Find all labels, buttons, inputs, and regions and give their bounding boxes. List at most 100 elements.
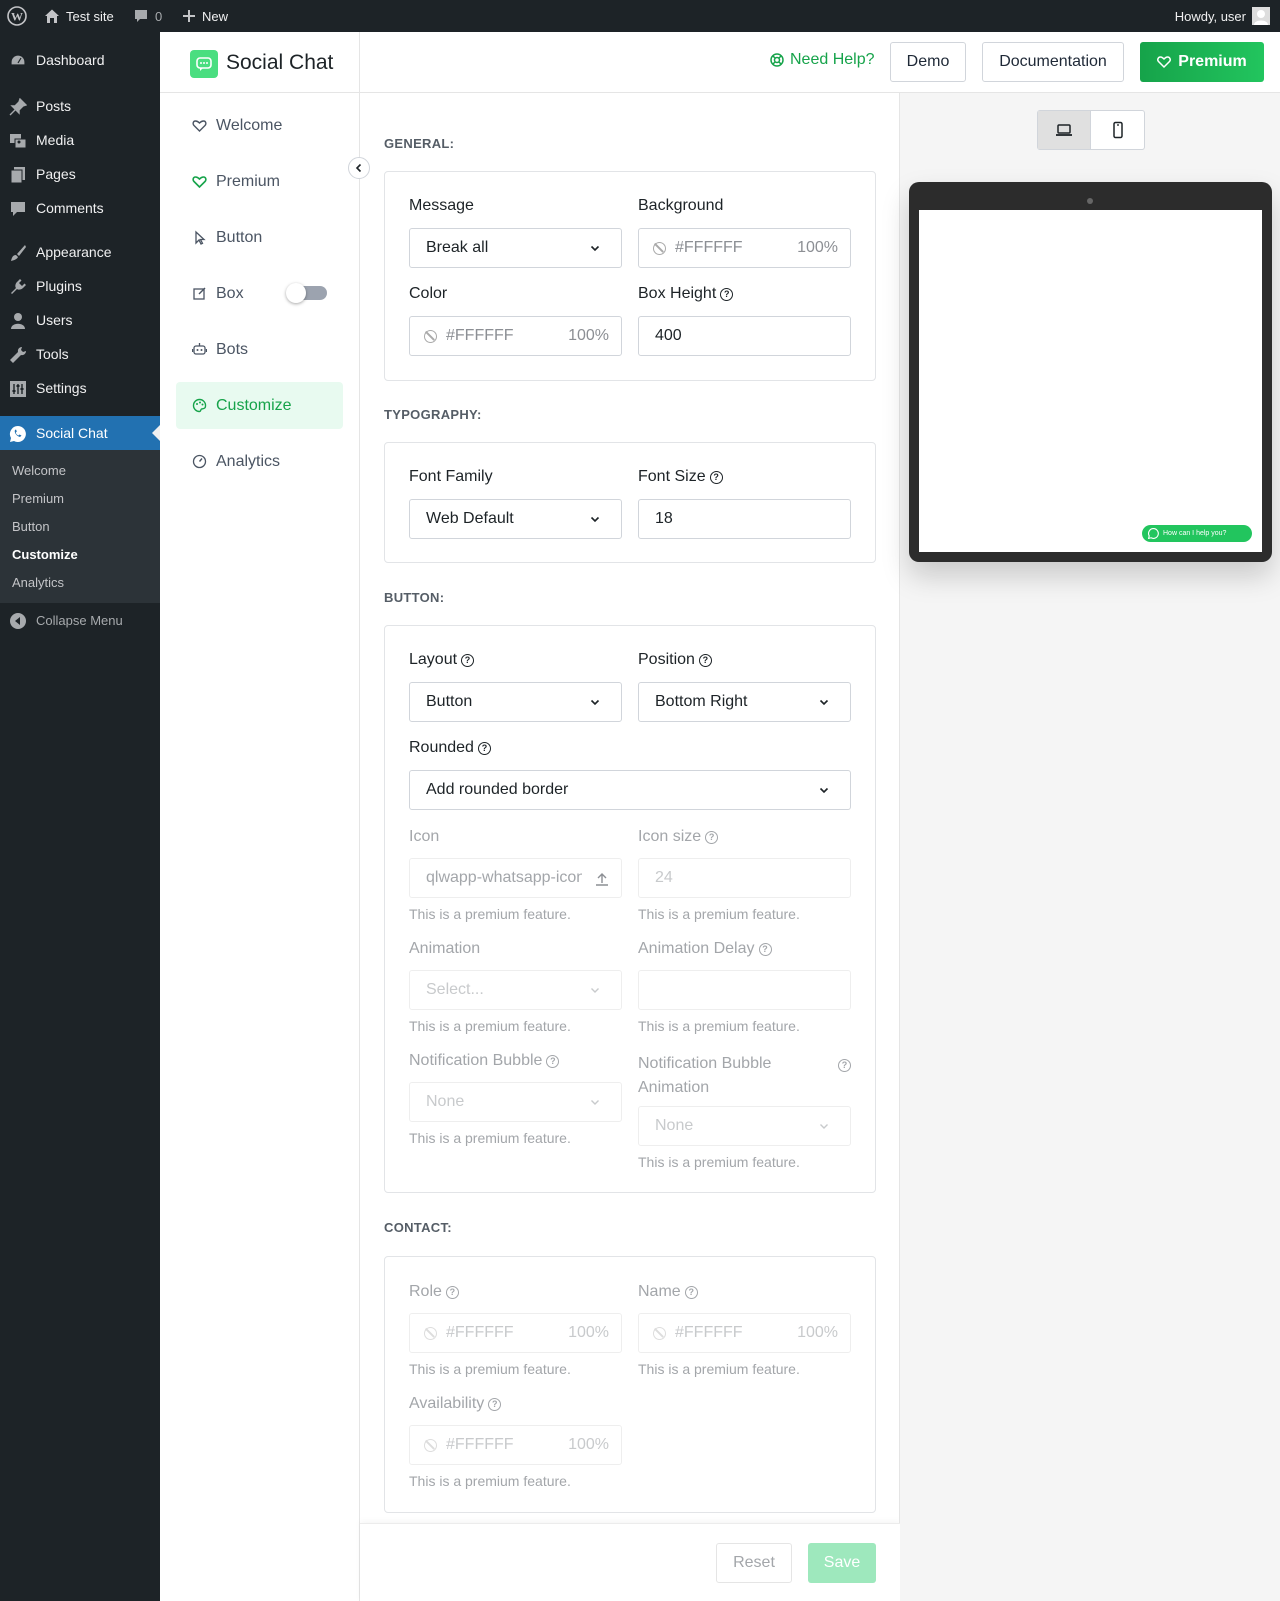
menu-label: Pages [36,166,76,182]
chevron-left-icon [355,163,362,173]
menu-label: Plugins [36,278,82,294]
menu-item-appearance[interactable]: Appearance [0,235,160,269]
nav-box[interactable]: Box [176,270,343,317]
layout-value: Button [426,693,473,710]
new-label: New [202,8,229,24]
help-icon[interactable]: ? [477,741,491,755]
nav-analytics[interactable]: Analytics [176,438,343,485]
font-size-value: 18 [655,510,673,527]
camera-dot [1087,198,1093,204]
help-icon[interactable]: ? [698,653,712,667]
help-icon[interactable]: ? [838,1059,851,1072]
nav-customize[interactable]: Customize [176,382,343,429]
comment-icon [11,202,25,216]
nav-welcome[interactable]: Welcome [176,102,343,149]
help-icon[interactable]: ? [445,1285,459,1299]
mobile-view-button[interactable] [1091,111,1144,149]
collapse-menu-button[interactable]: Collapse Menu [0,603,160,637]
menu-item-social-chat[interactable]: Social Chat [0,416,160,450]
collapse-nav-button[interactable] [348,157,370,179]
nav-bots[interactable]: Bots [176,326,343,373]
reset-button[interactable]: Reset [716,1543,792,1583]
menu-item-plugins[interactable]: Plugins [0,269,160,303]
premium-note: This is a premium feature. [638,1361,800,1377]
help-icon[interactable]: ? [546,1054,560,1068]
plugin-logo-area: Social Chat [160,32,360,93]
help-icon[interactable]: ? [720,287,734,301]
diamond-heart-icon [1157,56,1172,69]
box-toggle[interactable] [286,283,327,303]
help-icon[interactable]: ? [705,830,719,844]
menu-item-tools[interactable]: Tools [0,337,160,371]
background-color-picker[interactable]: #FFFFFF 100% [638,228,851,268]
font-family-select[interactable]: Web Default [409,499,622,539]
color-picker[interactable]: #FFFFFF 100% [409,316,622,356]
rounded-select[interactable]: Add rounded border [409,770,851,810]
nav-button[interactable]: Button [176,214,343,261]
font-size-input[interactable]: 18 [638,499,851,539]
layout-select[interactable]: Button [409,682,622,722]
save-button[interactable]: Save [808,1543,876,1583]
section-heading-typography: TYPOGRAPHY: [384,407,482,422]
help-icon[interactable]: ? [709,470,723,484]
upload-icon[interactable] [595,872,609,886]
notification-bubble-animation-select[interactable]: None [638,1106,851,1146]
submenu-item-premium[interactable]: Premium [12,491,64,506]
help-icon[interactable]: ? [758,942,772,956]
menu-item-settings[interactable]: Settings [0,371,160,405]
comments-link[interactable]: 0 [133,0,162,32]
notification-bubble-select[interactable]: None [409,1082,622,1122]
desktop-view-button[interactable] [1038,111,1091,149]
chat-bubble-text: How can I help you? [1163,530,1227,537]
my-account-link[interactable]: Howdy, user [1175,0,1270,32]
menu-item-comments[interactable]: Comments [0,191,160,225]
submenu-item-button[interactable]: Button [12,519,50,534]
premium-button[interactable]: Premium [1140,42,1264,82]
premium-note: This is a premium feature. [638,906,800,922]
icon-input[interactable]: qlwapp-whatsapp-icon [409,858,622,898]
menu-item-pages[interactable]: Pages [0,157,160,191]
cursor-icon [195,230,206,245]
menu-item-dashboard[interactable]: Dashboard [0,43,160,77]
availability-opacity: 100% [568,1436,609,1453]
icon-size-placeholder: 24 [655,869,673,886]
nav-premium[interactable]: Premium [176,158,343,205]
animation-select[interactable]: Select... [409,970,622,1010]
need-help-link[interactable]: Need Help? [770,51,875,69]
plus-icon [183,10,195,22]
icon-size-input[interactable]: 24 [638,858,851,898]
message-value: Break all [426,239,489,256]
message-select[interactable]: Break all [409,228,622,268]
demo-button[interactable]: Demo [890,42,966,82]
menu-item-posts[interactable]: Posts [0,89,160,123]
whatsapp-chat-bubble[interactable]: How can I help you? [1142,525,1252,542]
submenu-item-customize[interactable]: Customize [12,547,78,562]
menu-label: Users [36,312,73,328]
no-color-icon [653,242,666,255]
menu-item-users[interactable]: Users [0,303,160,337]
animation-delay-input[interactable] [638,970,851,1010]
chevron-down-icon [819,699,829,706]
avatar [1252,7,1270,25]
role-color-picker[interactable]: #FFFFFF 100% [409,1313,622,1353]
nav-label: Box [216,284,244,302]
gauge-icon [192,454,207,469]
submenu-item-analytics[interactable]: Analytics [12,575,64,590]
menu-label: Media [36,132,75,148]
box-height-input[interactable]: 400 [638,316,851,356]
help-icon[interactable]: ? [461,653,475,667]
site-name-link[interactable]: Test site [44,0,114,32]
new-content-link[interactable]: New [182,0,228,32]
help-icon[interactable]: ? [488,1397,502,1411]
help-icon[interactable]: ? [684,1285,698,1299]
name-opacity: 100% [797,1324,838,1341]
layout-label: Layout? [409,651,475,669]
availability-color-picker[interactable]: #FFFFFF 100% [409,1425,622,1465]
menu-item-media[interactable]: Media [0,123,160,157]
submenu-item-welcome[interactable]: Welcome [12,463,66,478]
position-select[interactable]: Bottom Right [638,682,851,722]
wordpress-logo-icon[interactable]: W [7,0,27,32]
name-color-picker[interactable]: #FFFFFF 100% [638,1313,851,1353]
documentation-button[interactable]: Documentation [982,42,1124,82]
color-value: #FFFFFF [446,327,514,344]
